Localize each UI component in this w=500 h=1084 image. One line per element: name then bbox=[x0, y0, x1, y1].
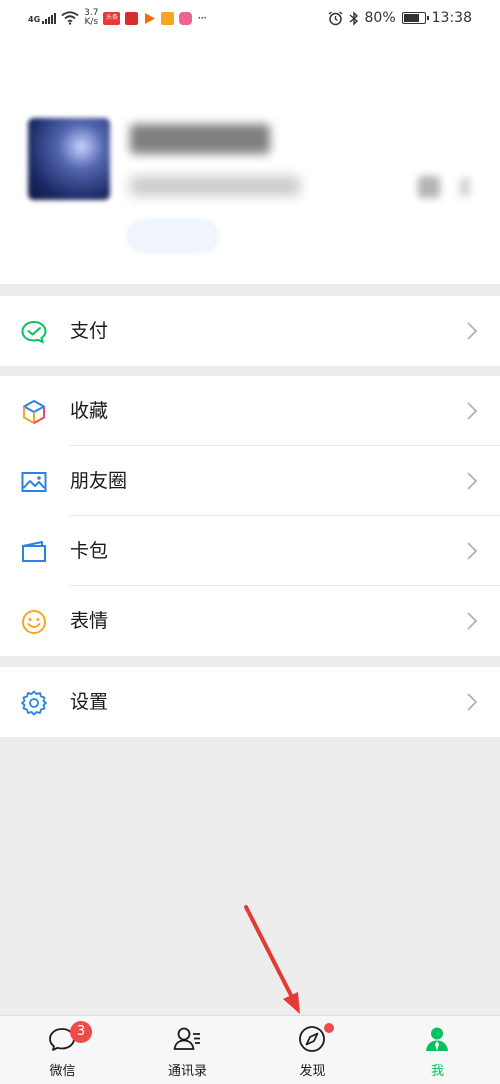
menu-item-favorites[interactable]: 收藏 bbox=[0, 376, 500, 446]
avatar[interactable] bbox=[28, 118, 110, 200]
battery-icon bbox=[401, 12, 429, 24]
clock: 13:38 bbox=[431, 10, 472, 26]
network-type: 4G bbox=[28, 15, 41, 24]
qr-code-icon[interactable] bbox=[418, 176, 440, 198]
tab-label-discover: 发现 bbox=[299, 1064, 326, 1079]
person-icon bbox=[426, 1027, 448, 1051]
signal-bars-icon bbox=[42, 12, 57, 24]
tab-chats[interactable]: 3 微信 bbox=[0, 1016, 125, 1084]
unread-badge: 3 bbox=[70, 1021, 92, 1043]
picture-icon bbox=[21, 472, 47, 492]
menu-label-stickers: 表情 bbox=[70, 610, 109, 632]
alarm-icon bbox=[328, 10, 342, 25]
bluetooth-icon bbox=[349, 10, 358, 26]
menu-label-settings: 设置 bbox=[70, 691, 109, 713]
video-play-icon bbox=[145, 12, 156, 24]
menu-label-moments: 朋友圈 bbox=[70, 470, 128, 492]
red-app-icon bbox=[125, 11, 139, 25]
compass-icon bbox=[299, 1026, 325, 1052]
menu-group-pay: 支付 bbox=[0, 296, 500, 366]
menu-item-cards[interactable]: 卡包 bbox=[0, 516, 500, 586]
network-speed: 3.7 K/s bbox=[84, 8, 99, 27]
status-button[interactable] bbox=[128, 220, 218, 252]
toutiao-icon: 头条 bbox=[103, 11, 121, 25]
menu-label-pay: 支付 bbox=[70, 320, 109, 342]
wechat-pay-icon bbox=[21, 320, 47, 344]
nickname-blurred bbox=[130, 124, 270, 154]
tab-discover[interactable]: 发现 bbox=[250, 1016, 375, 1084]
profile-header[interactable] bbox=[0, 36, 500, 284]
tab-contacts[interactable]: 通讯录 bbox=[125, 1016, 250, 1084]
tab-label-contacts: 通讯录 bbox=[167, 1064, 207, 1079]
status-right: 80% 13:38 bbox=[328, 6, 472, 30]
wifi-icon bbox=[61, 11, 79, 25]
card-wallet-icon bbox=[22, 541, 46, 562]
menu-label-favorites: 收藏 bbox=[70, 400, 109, 422]
chevron-right-icon bbox=[467, 472, 478, 490]
cube-icon bbox=[23, 400, 45, 424]
menu-item-pay[interactable]: 支付 bbox=[0, 296, 500, 366]
tab-label-me: 我 bbox=[430, 1064, 444, 1079]
profile-chevron-icon bbox=[460, 178, 470, 196]
more-notifications-icon: ··· bbox=[197, 11, 207, 25]
bottom-tab-bar: 3 微信 通讯录 发现 我 bbox=[0, 1015, 500, 1084]
tab-label-chats: 微信 bbox=[49, 1064, 76, 1079]
contacts-icon bbox=[173, 1027, 200, 1050]
wechat-id-blurred bbox=[130, 176, 300, 196]
notification-dot bbox=[324, 1023, 334, 1033]
menu-label-cards: 卡包 bbox=[70, 540, 109, 562]
tab-me[interactable]: 我 bbox=[375, 1016, 500, 1084]
chevron-right-icon bbox=[467, 693, 478, 711]
chevron-right-icon bbox=[467, 612, 478, 630]
pink-app-icon bbox=[179, 11, 193, 25]
chevron-right-icon bbox=[467, 542, 478, 560]
status-bar: 4G 3.7 K/s 头条 ··· 80% 13:38 bbox=[0, 0, 500, 36]
menu-group-settings: 设置 bbox=[0, 667, 500, 737]
game-app-icon bbox=[161, 11, 175, 25]
menu-item-moments[interactable]: 朋友圈 bbox=[0, 446, 500, 516]
menu-item-settings[interactable]: 设置 bbox=[0, 667, 500, 737]
status-left: 4G 3.7 K/s 头条 ··· bbox=[28, 6, 207, 30]
chevron-right-icon bbox=[467, 402, 478, 420]
battery-percent: 80% bbox=[364, 10, 396, 26]
signal-indicator: 4G bbox=[28, 12, 57, 24]
menu-group-main: 收藏 朋友圈 卡包 表情 bbox=[0, 376, 500, 656]
smile-icon bbox=[22, 610, 46, 634]
menu-item-stickers[interactable]: 表情 bbox=[0, 586, 500, 656]
chevron-right-icon bbox=[467, 322, 478, 340]
gear-icon bbox=[21, 690, 47, 716]
